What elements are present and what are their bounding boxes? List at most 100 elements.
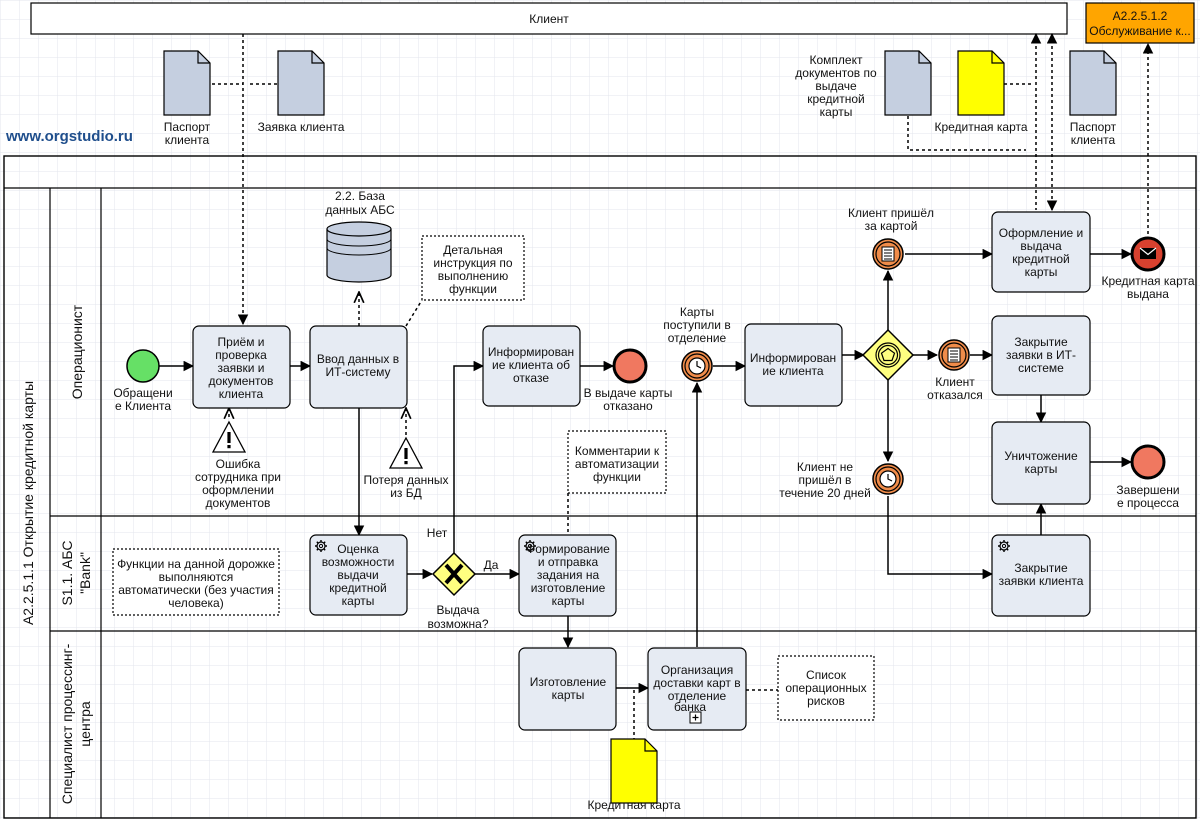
lane-processing-label-2: центра (77, 701, 93, 747)
svg-text:карты: карты (1025, 265, 1058, 279)
svg-text:Детальная: Детальная (443, 243, 503, 257)
svg-text:выполнению: выполнению (438, 269, 509, 283)
svg-text:задания на: задания на (537, 568, 600, 582)
svg-text:Информирован: Информирован (488, 345, 574, 359)
linked-process-box[interactable]: А2.2.5.1.2 Обслуживание к... (1085, 2, 1195, 44)
svg-text:пришёл в: пришёл в (799, 473, 852, 487)
svg-text:доставки карт в: доставки карт в (653, 676, 740, 690)
svg-text:Список: Список (806, 668, 847, 682)
main-pool-label: А2.2.5.1.1 Открытие кредитной карты (20, 381, 36, 625)
svg-text:заявки и: заявки и (217, 361, 264, 375)
timer-event-no-show[interactable]: Клиент не пришёл в течение 20 дней (779, 460, 904, 500)
svg-text:е Клиента: е Клиента (115, 399, 171, 413)
svg-text:инструкция по: инструкция по (433, 256, 513, 270)
svg-text:автоматически (без участия: автоматически (без участия (118, 583, 274, 597)
svg-text:течение 20 дней: течение 20 дней (779, 486, 871, 500)
svg-text:за картой: за картой (865, 219, 918, 233)
svg-text:карты: карты (820, 105, 853, 119)
svg-text:выдаче: выдаче (815, 79, 857, 93)
task-enter-data[interactable]: Ввод данных в ИТ-систему (309, 325, 408, 409)
svg-text:Информирован: Информирован (750, 351, 836, 365)
gateway-no-label: Нет (427, 526, 448, 540)
task-close-request[interactable]: Закрытие заявки клиента (991, 534, 1091, 617)
svg-text:Изготовление: Изготовление (530, 675, 607, 689)
svg-text:заявки в ИТ-: заявки в ИТ- (1006, 348, 1076, 362)
svg-text:Закрытие: Закрытие (1014, 335, 1068, 349)
svg-text:Заявка клиента: Заявка клиента (258, 120, 345, 134)
task-inform-refusal[interactable]: Информирован ие клиента об отказе (482, 325, 581, 407)
svg-text:Паспорт: Паспорт (1070, 120, 1117, 134)
svg-text:клиента: клиента (219, 387, 264, 401)
svg-text:функции: функции (449, 282, 497, 296)
annotation-instruction[interactable]: Детальная инструкция по выполнению функц… (421, 235, 525, 301)
annotation-automation[interactable]: Комментарии к автоматизации функции (567, 430, 667, 494)
svg-text:Завершени: Завершени (1116, 483, 1179, 497)
svg-text:отделение: отделение (668, 331, 727, 345)
svg-text:Клиент пришёл: Клиент пришёл (848, 206, 934, 220)
task-organize-delivery[interactable]: Организация доставки карт в отделение ба… (647, 647, 747, 731)
svg-text:В выдаче карты: В выдаче карты (584, 386, 673, 400)
annotation-risks[interactable]: Список операционных рисков (777, 655, 875, 721)
svg-text:функции: функции (593, 470, 641, 484)
svg-text:данных АБС: данных АБС (325, 203, 395, 217)
svg-text:Оформление и: Оформление и (999, 226, 1084, 240)
svg-text:Организация: Организация (661, 663, 733, 677)
task-destroy-card[interactable]: Уничтожение карты (991, 421, 1091, 505)
task-inform-client[interactable]: Информирован ие клиента (744, 323, 843, 407)
linked-process-code: А2.2.5.1.2 (1113, 9, 1168, 23)
svg-text:отказе: отказе (513, 371, 549, 385)
doc-passport-top[interactable]: Паспорт клиента (163, 50, 211, 147)
database-abs[interactable]: 2.2. База данных АБС (325, 189, 395, 283)
svg-text:Обращени: Обращени (113, 386, 172, 400)
lane-abs-label-2: "Bank" (77, 552, 93, 594)
svg-text:Паспорт: Паспорт (164, 120, 211, 134)
svg-text:Ошибка: Ошибка (216, 457, 261, 471)
bpmn-diagram: Клиент А2.2.5.1.2 Обслуживание к... www.… (0, 0, 1200, 819)
svg-text:Кредитная карта: Кредитная карта (934, 120, 1027, 134)
svg-text:Карты: Карты (680, 305, 714, 319)
task-issue-card[interactable]: Оформление и выдача кредитной карты (991, 211, 1091, 293)
svg-text:Комплект: Комплект (810, 53, 863, 67)
svg-text:оформлении: оформлении (202, 483, 274, 497)
svg-text:карты: карты (552, 688, 585, 702)
svg-text:изготовление: изготовление (531, 581, 606, 595)
linked-process-title: Обслуживание к... (1089, 24, 1190, 38)
annotation-auto-lane[interactable]: Функции на данной дорожке выполняются ав… (112, 548, 280, 616)
svg-text:Потеря данных: Потеря данных (364, 473, 449, 487)
task-receive-check[interactable]: Приём и проверка заявки и документов кли… (192, 325, 291, 409)
svg-text:ие клиента об: ие клиента об (492, 358, 570, 372)
svg-text:отказался: отказался (927, 388, 983, 402)
lane-processing-label-1: Специалист процессинг- (59, 643, 75, 804)
gateway-yes-label: Да (484, 558, 499, 572)
svg-text:Приём и: Приём и (218, 335, 265, 349)
svg-text:автоматизации: автоматизации (575, 457, 659, 471)
task-evaluate[interactable]: Оценка возможности выдачи кредитной карт… (309, 534, 408, 616)
client-pool[interactable]: Клиент (30, 2, 1068, 35)
svg-text:е процесса: е процесса (1117, 496, 1179, 510)
svg-text:Кредитная карта: Кредитная карта (1101, 274, 1194, 288)
svg-text:и отправка: и отправка (538, 555, 599, 569)
svg-text:кредитной: кредитной (329, 581, 387, 595)
svg-text:сотрудника при: сотрудника при (195, 470, 281, 484)
svg-text:отказано: отказано (603, 399, 653, 413)
doc-passport-right[interactable]: Паспорт клиента (1069, 50, 1117, 147)
svg-text:возможна?: возможна? (427, 617, 488, 631)
task-send-order[interactable]: Формирование и отправка задания на изгот… (518, 534, 617, 617)
svg-text:Кредитная карта: Кредитная карта (587, 798, 680, 812)
svg-text:клиента: клиента (1071, 133, 1116, 147)
subprocess-plus-icon (689, 711, 702, 724)
svg-text:2.2. База: 2.2. База (335, 189, 385, 203)
svg-text:Клиент не: Клиент не (797, 460, 853, 474)
svg-text:выдана: выдана (1127, 287, 1169, 301)
svg-text:возможности: возможности (322, 555, 395, 569)
svg-text:Выдача: Выдача (437, 603, 480, 617)
svg-text:выдача: выдача (1020, 239, 1062, 253)
svg-text:Ввод данных в: Ввод данных в (317, 352, 399, 366)
svg-text:системе: системе (1018, 361, 1064, 375)
svg-text:выдачи: выдачи (337, 568, 378, 582)
svg-text:клиента: клиента (165, 133, 210, 147)
task-close-it[interactable]: Закрытие заявки в ИТ- системе (991, 315, 1091, 396)
svg-text:карты: карты (552, 594, 585, 608)
svg-text:из БД: из БД (390, 486, 422, 500)
task-make-card[interactable]: Изготовление карты (518, 647, 617, 731)
